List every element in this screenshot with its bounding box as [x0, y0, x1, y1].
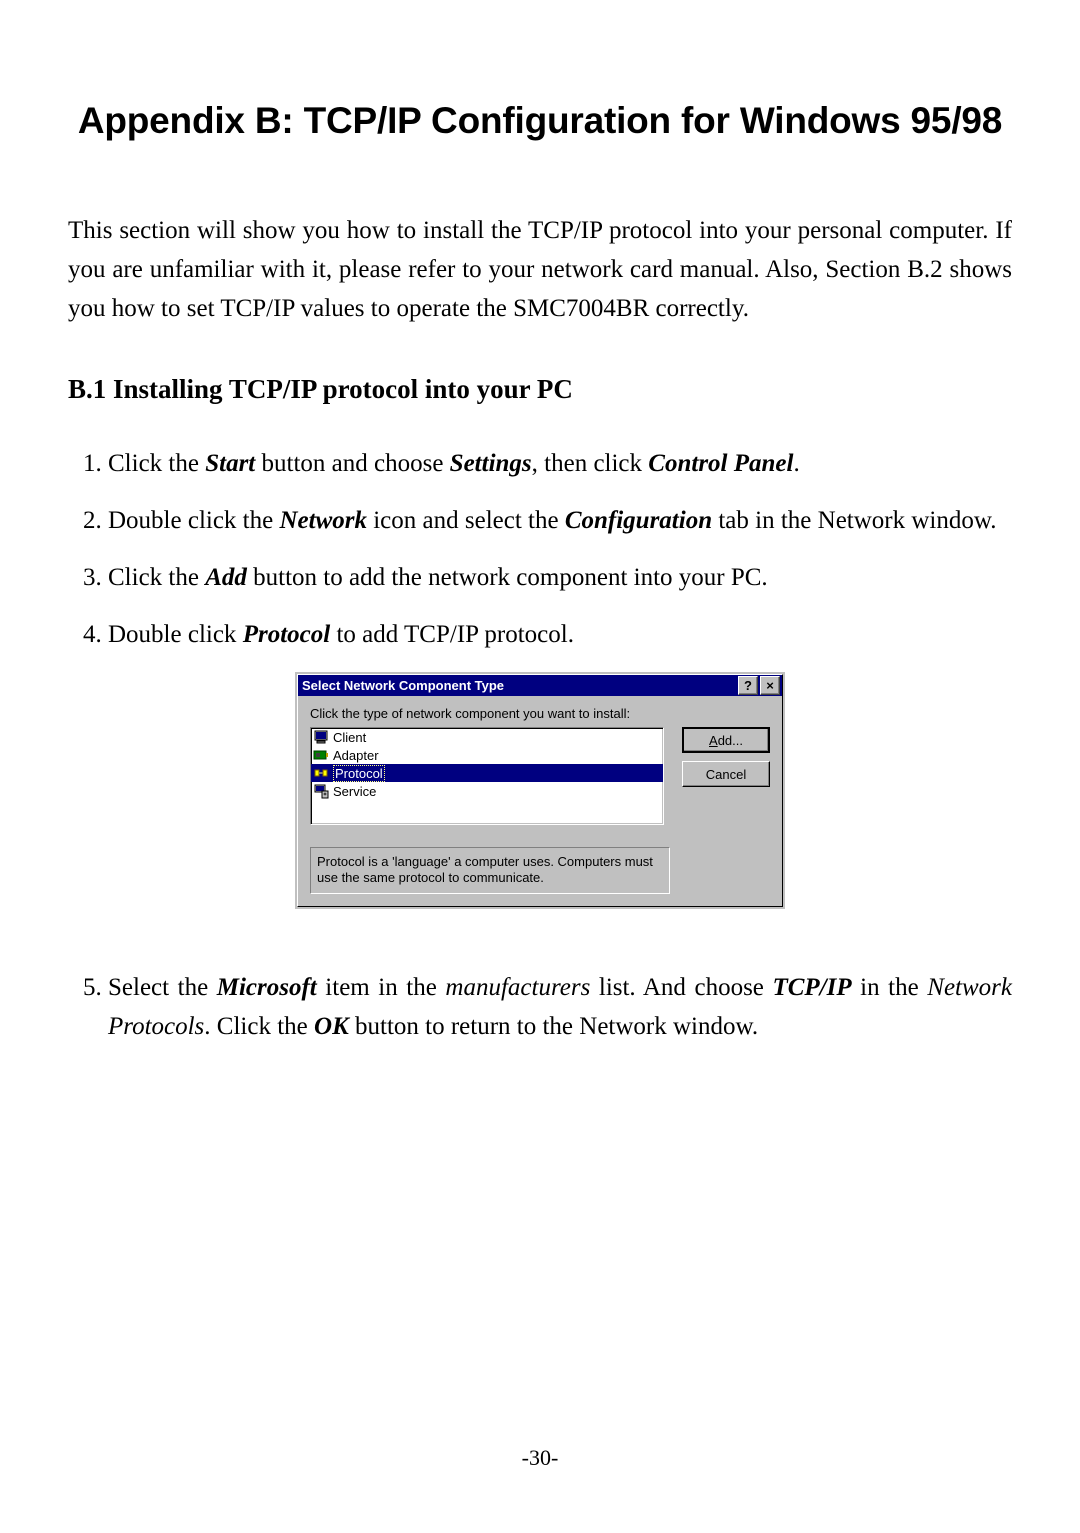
term-configuration: Configuration: [565, 507, 712, 534]
embedded-dialog-figure: Select Network Component Type ? × Click …: [68, 672, 1012, 909]
section-b1-heading: B.1 Installing TCP/IP protocol into your…: [68, 374, 1012, 405]
text: button to return to the Network window.: [349, 1013, 758, 1040]
text: . Click the: [204, 1013, 314, 1040]
term-settings: Settings: [450, 450, 532, 477]
titlebar-buttons: ? ×: [738, 676, 780, 695]
cancel-label: Cancel: [706, 767, 746, 782]
protocol-icon: [313, 765, 329, 781]
add-access-key: A: [709, 733, 718, 748]
list-item-client[interactable]: Client: [311, 728, 663, 746]
step-2: Double click the Network icon and select…: [108, 502, 1012, 541]
dialog-prompt: Click the type of network component you …: [310, 706, 770, 721]
text: to add TCP/IP protocol.: [330, 621, 574, 648]
close-icon: ×: [766, 679, 774, 692]
steps-list: Click the Start button and choose Settin…: [68, 445, 1012, 654]
text: Double click: [108, 621, 243, 648]
text: .: [793, 450, 799, 477]
text: tab in the Network window.: [712, 507, 996, 534]
intro-paragraph: This section will show you how to instal…: [68, 212, 1012, 328]
add-button[interactable]: Add...: [682, 727, 770, 753]
text: Click the: [108, 450, 205, 477]
question-icon: ?: [744, 679, 752, 692]
term-ok: OK: [314, 1013, 349, 1040]
step-1: Click the Start button and choose Settin…: [108, 445, 1012, 484]
select-component-dialog: Select Network Component Type ? × Click …: [295, 672, 785, 909]
term-microsoft: Microsoft: [217, 974, 317, 1001]
service-icon: [313, 783, 329, 799]
list-item-label: Client: [333, 730, 366, 745]
term-control-panel: Control Panel: [648, 450, 793, 477]
client-icon: [313, 729, 329, 745]
component-description: Protocol is a 'language' a computer uses…: [310, 847, 670, 894]
help-button[interactable]: ?: [738, 676, 758, 695]
step-3: Click the Add button to add the network …: [108, 559, 1012, 598]
list-item-label: Service: [333, 784, 376, 799]
term-network: Network: [279, 507, 367, 534]
text: list. And choose: [590, 974, 772, 1001]
term-manufacturers: manufacturers: [445, 974, 590, 1001]
text: in the: [852, 974, 928, 1001]
step-5: Select the Microsoft item in the manufac…: [108, 969, 1012, 1047]
list-item-service[interactable]: Service: [311, 782, 663, 800]
term-protocol: Protocol: [243, 621, 331, 648]
step-4: Double click Protocol to add TCP/IP prot…: [108, 616, 1012, 655]
component-type-listbox[interactable]: Client Adapter: [310, 727, 664, 825]
list-item-label: Protocol: [333, 765, 385, 782]
dialog-title: Select Network Component Type: [302, 678, 504, 693]
dialog-titlebar[interactable]: Select Network Component Type ? ×: [298, 675, 782, 696]
document-page: Appendix B: TCP/IP Configuration for Win…: [0, 0, 1080, 1533]
text: item in the: [317, 974, 446, 1001]
list-item-protocol[interactable]: Protocol: [311, 764, 663, 782]
list-item-adapter[interactable]: Adapter: [311, 746, 663, 764]
text: button to add the network component into…: [247, 564, 768, 591]
text: icon and select the: [367, 507, 565, 534]
dialog-body: Click the type of network component you …: [298, 696, 782, 906]
page-number: -30-: [0, 1445, 1080, 1471]
text: button and choose: [255, 450, 449, 477]
close-button[interactable]: ×: [760, 676, 780, 695]
text: , then click: [532, 450, 649, 477]
cancel-button[interactable]: Cancel: [682, 761, 770, 787]
appendix-heading: Appendix B: TCP/IP Configuration for Win…: [68, 100, 1012, 142]
add-label-rest: dd...: [718, 733, 743, 748]
list-item-label: Adapter: [333, 748, 379, 763]
adapter-icon: [313, 747, 329, 763]
text: Select the: [108, 974, 217, 1001]
term-add: Add: [205, 564, 247, 591]
steps-list-continued: Select the Microsoft item in the manufac…: [68, 969, 1012, 1047]
dialog-button-column: Add... Cancel: [682, 727, 770, 787]
text: Double click the: [108, 507, 279, 534]
text: Click the: [108, 564, 205, 591]
term-tcpip: TCP/IP: [772, 974, 851, 1001]
term-start: Start: [205, 450, 255, 477]
